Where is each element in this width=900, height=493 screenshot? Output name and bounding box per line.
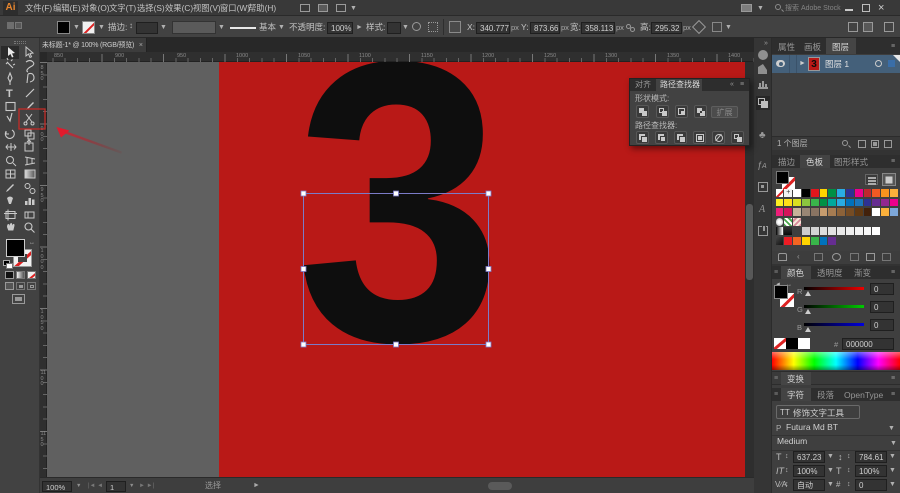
svg-text:T: T <box>6 88 13 100</box>
